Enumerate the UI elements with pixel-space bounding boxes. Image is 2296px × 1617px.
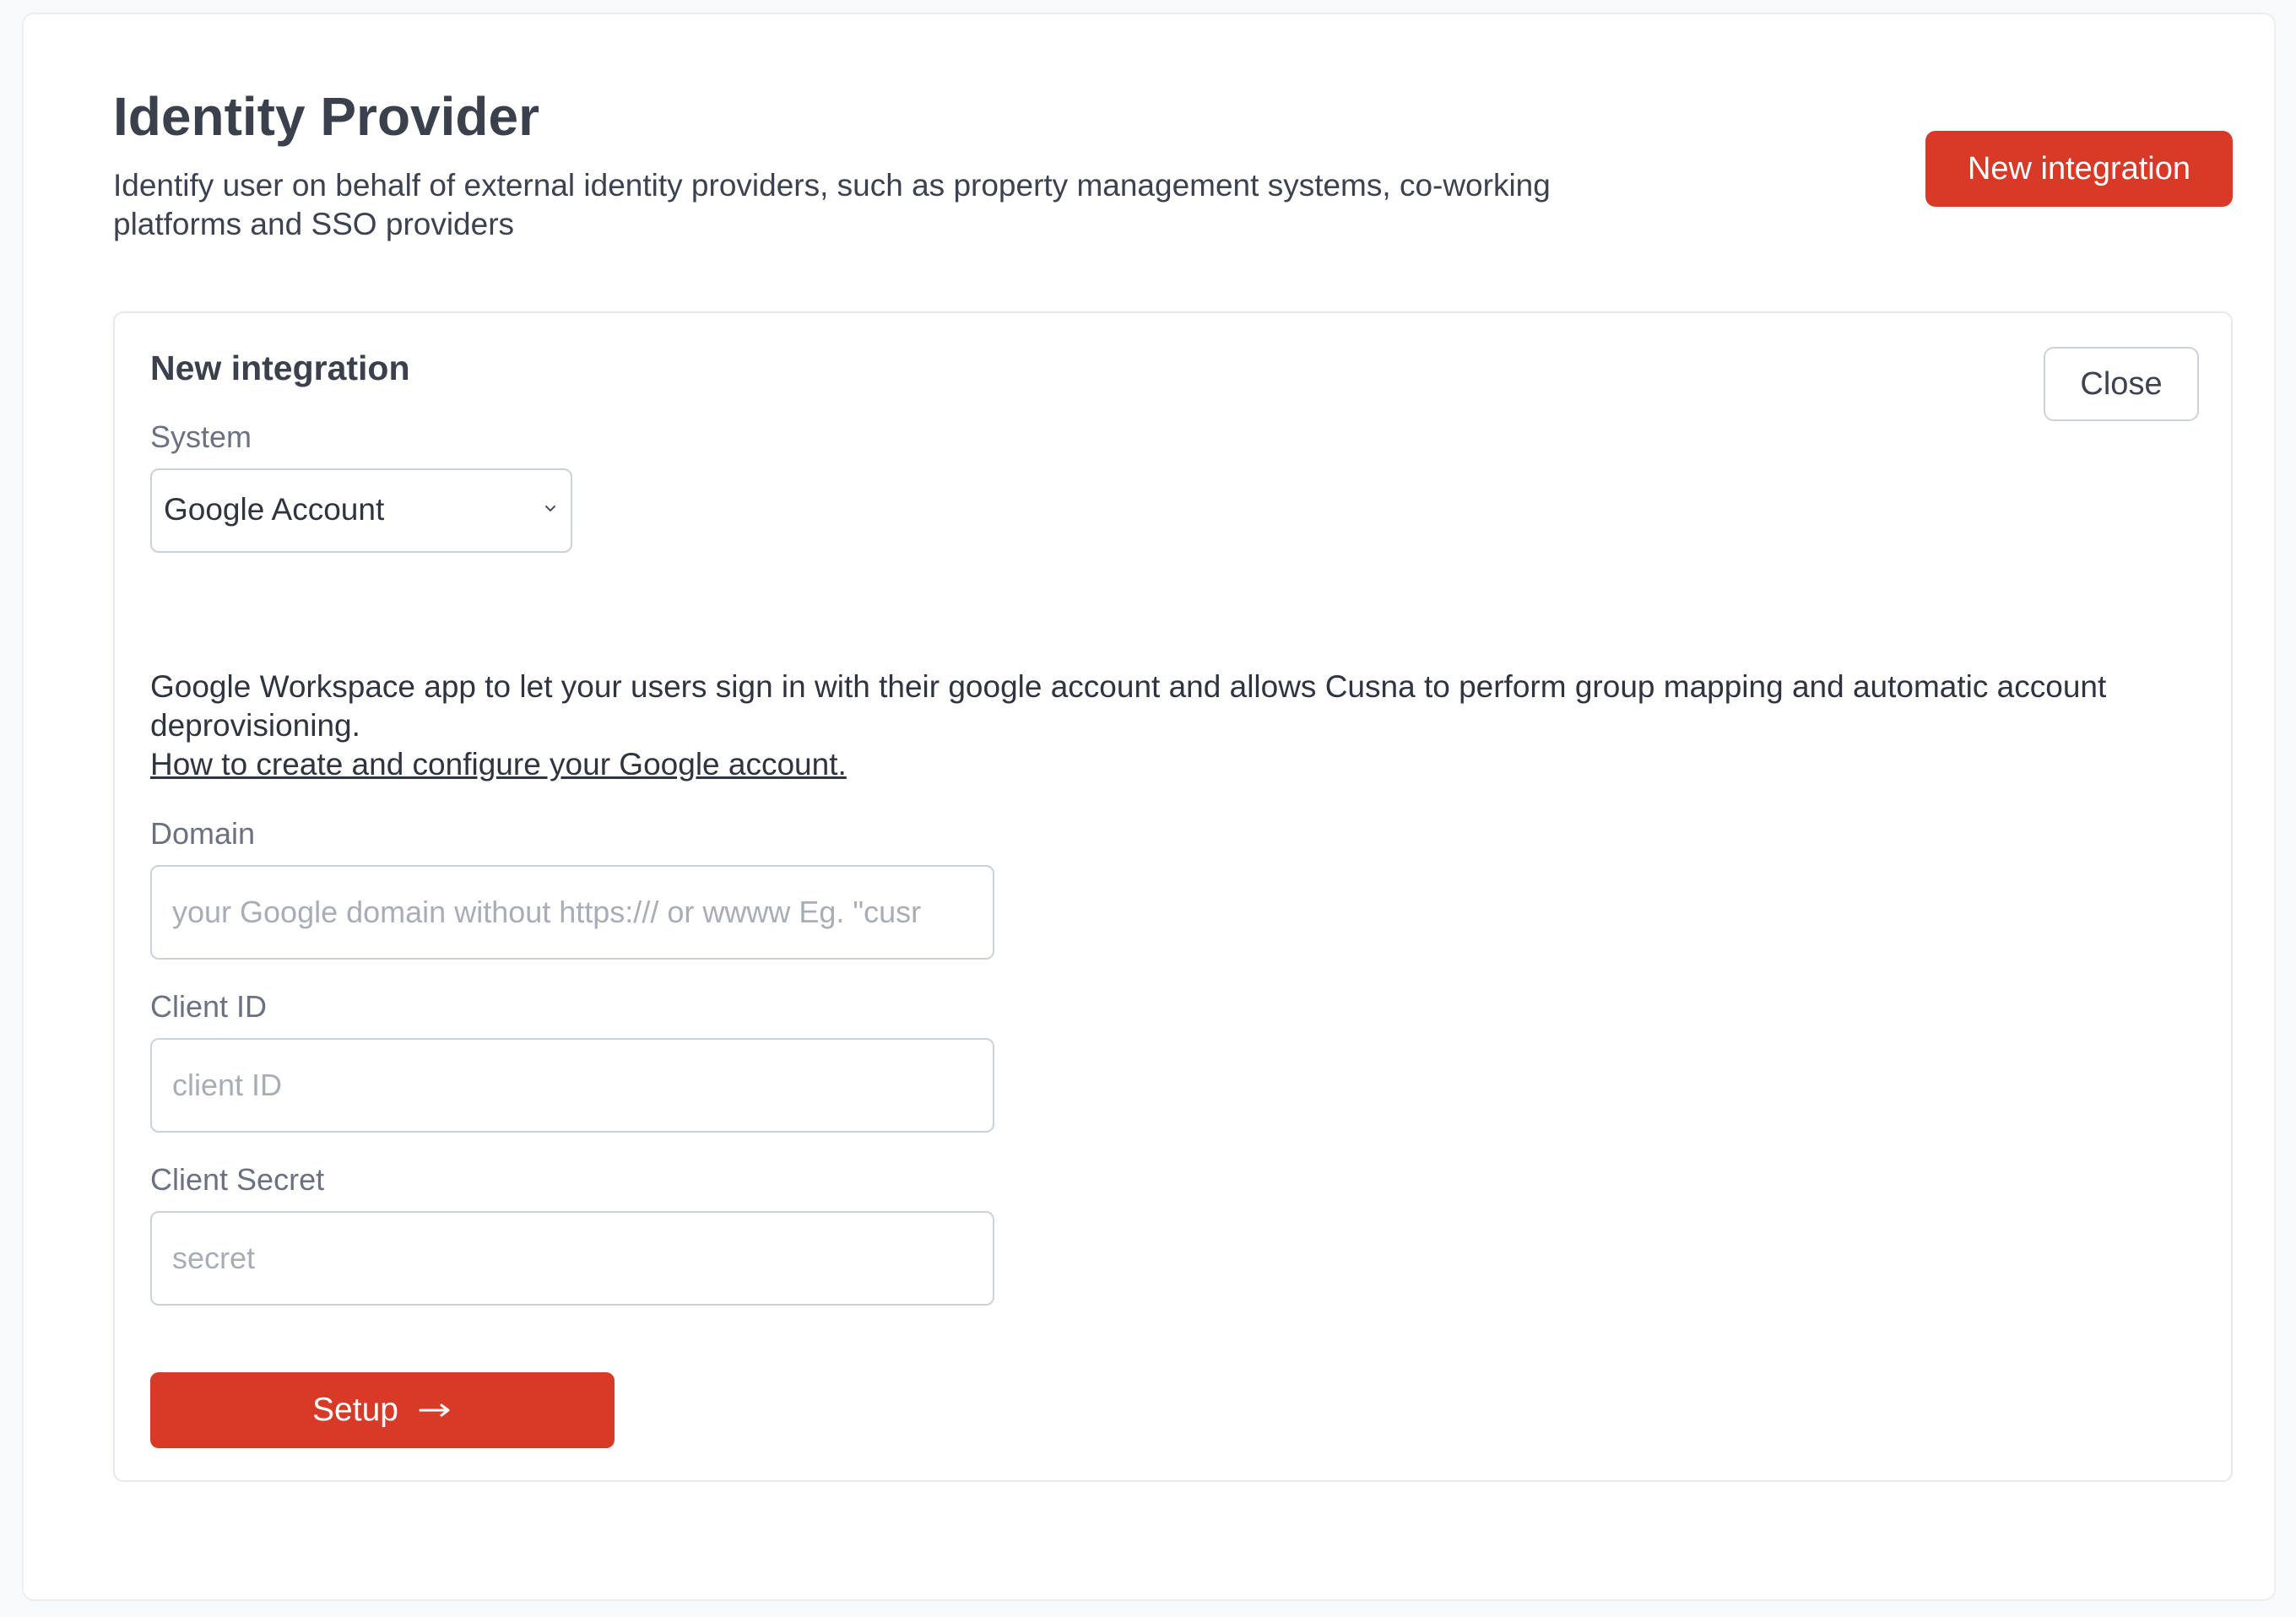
setup-button-label: Setup — [312, 1392, 398, 1428]
integration-description: Google Workspace app to let your users s… — [150, 669, 2107, 743]
system-label: System — [150, 419, 252, 454]
panel-title: New integration — [150, 349, 410, 387]
client-secret-input[interactable] — [150, 1211, 994, 1306]
arrow-right-icon — [419, 1403, 450, 1417]
system-select[interactable]: Google Account — [150, 468, 572, 553]
chevron-down-icon — [545, 506, 555, 511]
google-setup-help-link[interactable]: How to create and configure your Google … — [150, 745, 847, 784]
identity-provider-card: Identity Provider Identify user on behal… — [22, 13, 2276, 1601]
close-button[interactable]: Close — [2044, 347, 2199, 421]
page-title: Identity Provider — [113, 86, 539, 147]
new-integration-panel: New integration Close System Google Acco… — [113, 311, 2233, 1482]
client-id-label: Client ID — [150, 989, 268, 1024]
client-secret-label: Client Secret — [150, 1162, 325, 1197]
setup-button[interactable]: Setup — [150, 1372, 615, 1448]
system-select-value: Google Account — [164, 492, 385, 527]
domain-label: Domain — [150, 816, 256, 851]
page-description: Identify user on behalf of external iden… — [113, 168, 1551, 241]
domain-input[interactable] — [150, 865, 994, 960]
new-integration-button[interactable]: New integration — [1925, 131, 2233, 207]
client-id-input[interactable] — [150, 1038, 994, 1133]
